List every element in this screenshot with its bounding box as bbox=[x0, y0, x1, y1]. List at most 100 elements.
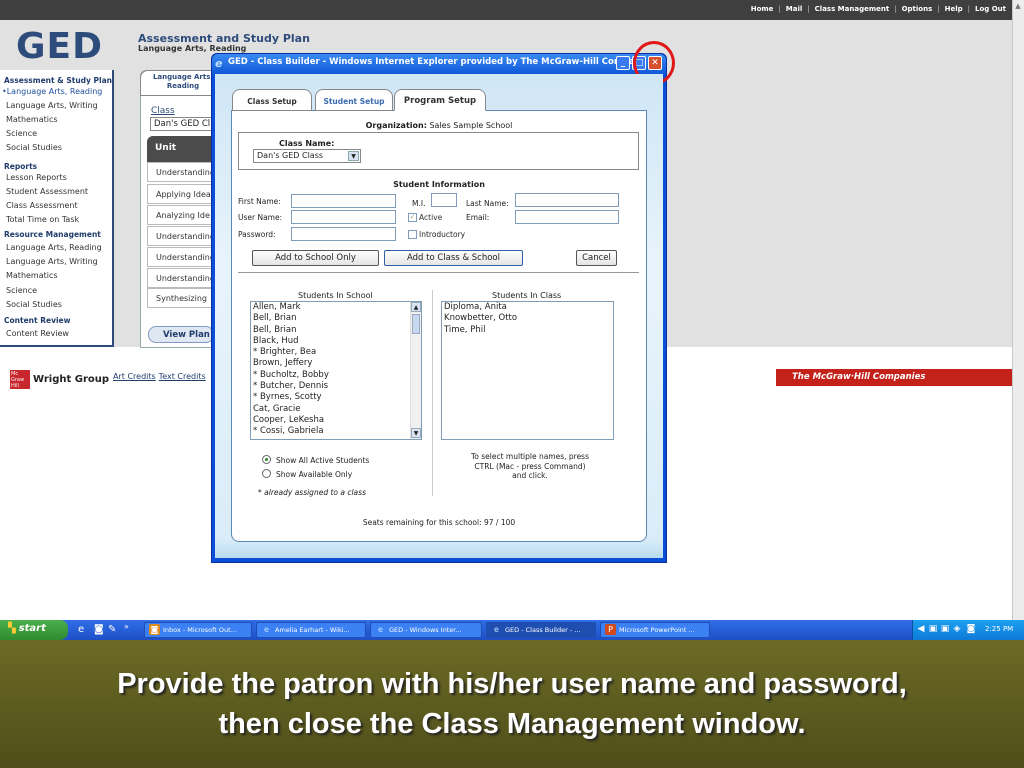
clock: 2:25 PM bbox=[985, 625, 1014, 633]
introductory-checkbox[interactable] bbox=[408, 230, 417, 239]
ie-quicklaunch-icon[interactable]: e bbox=[78, 624, 84, 635]
password-field[interactable] bbox=[291, 227, 396, 241]
unit-row[interactable]: Understanding bbox=[147, 268, 217, 288]
task-class-builder[interactable]: e GED - Class Builder - ... bbox=[486, 622, 596, 638]
chevron-down-icon[interactable]: ▼ bbox=[348, 151, 359, 161]
nav-link-home[interactable]: Home bbox=[751, 5, 774, 13]
separator: | bbox=[894, 5, 897, 13]
list-item[interactable]: Bell, Brian bbox=[251, 313, 421, 324]
unit-row[interactable]: Analyzing Ide bbox=[147, 205, 217, 225]
students-in-school-list[interactable]: Allen, Mark Bell, Brian Bell, Brian Blac… bbox=[250, 301, 422, 440]
nav-link-mail[interactable]: Mail bbox=[786, 5, 803, 13]
separator: | bbox=[937, 5, 940, 13]
class-name-select[interactable]: Dan's GED Class ▼ bbox=[253, 149, 361, 163]
introductory-label: Introductory bbox=[419, 230, 466, 239]
sidebar-item-content-review[interactable]: Content Review bbox=[6, 329, 69, 338]
list-item[interactable]: Brown, Jeffery bbox=[251, 358, 421, 369]
task-inbox[interactable]: ◙ Inbox - Microsoft Out... bbox=[144, 622, 252, 638]
minimize-button[interactable]: _ bbox=[616, 56, 630, 70]
task-powerpoint[interactable]: P Microsoft PowerPoint ... bbox=[600, 622, 710, 638]
nav-link-help[interactable]: Help bbox=[945, 5, 963, 13]
sidebar-item-res-social-studies[interactable]: Social Studies bbox=[6, 300, 62, 309]
class-select[interactable]: Dan's GED Cl bbox=[150, 117, 220, 131]
wright-group-logo: Wright Group bbox=[33, 374, 110, 385]
list-item[interactable]: * Byrnes, Scotty bbox=[251, 392, 421, 403]
sidebar-item-la-writing[interactable]: Language Arts, Writing bbox=[6, 101, 98, 110]
nav-link-log-out[interactable]: Log Out bbox=[975, 5, 1006, 13]
art-credits-link[interactable]: Art Credits bbox=[113, 372, 156, 381]
sidebar-item-res-la-writing[interactable]: Language Arts, Writing bbox=[6, 257, 98, 266]
mi-field[interactable] bbox=[431, 193, 457, 207]
network-icon[interactable]: ▣ bbox=[940, 624, 950, 634]
students-in-class-list[interactable]: Diploma, Anita Knowbetter, Otto Time, Ph… bbox=[441, 301, 614, 440]
task-amelia[interactable]: e Amelia Earhart - Wiki... bbox=[256, 622, 366, 638]
outlook-tray-icon[interactable]: ◙ bbox=[966, 624, 976, 634]
list-item[interactable]: * Cossi, Gabriela bbox=[251, 426, 421, 437]
unit-row[interactable]: Understanding bbox=[147, 247, 217, 267]
unit-column-header: Unit bbox=[147, 136, 217, 162]
add-to-class-school-button[interactable]: Add to Class & School bbox=[384, 250, 523, 266]
network-icon[interactable]: ▣ bbox=[928, 624, 938, 634]
sidebar-item-class-assessment[interactable]: Class Assessment bbox=[6, 201, 78, 210]
arrow-icon[interactable]: ◀ bbox=[916, 624, 926, 634]
sidebar-item-total-time[interactable]: Total Time on Task bbox=[6, 215, 79, 224]
nav-link-class-management[interactable]: Class Management bbox=[815, 5, 890, 13]
scroll-down-icon[interactable]: ▼ bbox=[411, 428, 421, 438]
sidebar-item-science[interactable]: Science bbox=[6, 129, 37, 138]
email-field[interactable] bbox=[515, 210, 619, 224]
nav-section-content-review: Content Review bbox=[4, 316, 71, 325]
assigned-note: * already assigned to a class bbox=[258, 488, 366, 497]
nav-link-options[interactable]: Options bbox=[902, 5, 933, 13]
list-item[interactable]: Cat, Gracie bbox=[251, 404, 421, 415]
text-credits-link[interactable]: Text Credits bbox=[159, 372, 206, 381]
unit-row[interactable]: Synthesizing bbox=[147, 288, 217, 308]
scroll-up-icon[interactable]: ▲ bbox=[1013, 1, 1023, 11]
desktop-quicklaunch-icon[interactable]: ✎ bbox=[108, 624, 116, 635]
window-title[interactable]: GED - Class Builder - Windows Internet E… bbox=[212, 54, 666, 74]
list-item[interactable]: * Butcher, Dennis bbox=[251, 381, 421, 392]
sidebar-item-res-la-reading[interactable]: Language Arts, Reading bbox=[6, 243, 102, 252]
sidebar-item-la-reading[interactable]: •Language Arts, Reading bbox=[2, 87, 102, 96]
list-item[interactable]: Black, Hud bbox=[251, 336, 421, 347]
student-information-heading: Student Information bbox=[393, 180, 485, 189]
show-all-radio[interactable] bbox=[262, 455, 271, 464]
view-plan-button[interactable]: View Plan bbox=[148, 326, 214, 343]
unit-row[interactable]: Understanding bbox=[147, 226, 217, 246]
sidebar-item-mathematics[interactable]: Mathematics bbox=[6, 115, 58, 124]
sidebar-item-res-mathematics[interactable]: Mathematics bbox=[6, 271, 58, 280]
user-name-field[interactable] bbox=[291, 210, 396, 224]
tab-class-setup[interactable]: Class Setup bbox=[232, 89, 312, 111]
list-item[interactable]: * Bucholtz, Bobby bbox=[251, 370, 421, 381]
unit-row[interactable]: Understanding bbox=[147, 162, 217, 182]
add-to-school-button[interactable]: Add to School Only bbox=[252, 250, 379, 266]
list-item[interactable]: Cooper, LeKesha bbox=[251, 415, 421, 426]
page-scrollbar[interactable] bbox=[1012, 0, 1024, 620]
scroll-thumb[interactable] bbox=[412, 314, 420, 334]
tab-program-setup[interactable]: Program Setup bbox=[394, 89, 486, 111]
list-item[interactable]: Allen, Mark bbox=[251, 302, 421, 313]
first-name-field[interactable] bbox=[291, 194, 396, 208]
sidebar-item-social-studies[interactable]: Social Studies bbox=[6, 143, 62, 152]
chevron-right-icon[interactable]: » bbox=[124, 622, 129, 631]
outlook-quicklaunch-icon[interactable]: ◙ bbox=[94, 624, 104, 635]
tab-student-setup[interactable]: Student Setup bbox=[315, 89, 393, 111]
scroll-up-icon[interactable]: ▲ bbox=[411, 302, 421, 312]
sidebar-item-res-science[interactable]: Science bbox=[6, 286, 37, 295]
unit-row[interactable]: Applying Idea bbox=[147, 184, 217, 204]
task-ged-windows[interactable]: e GED - Windows Inter... bbox=[370, 622, 482, 638]
sidebar-item-student-assessment[interactable]: Student Assessment bbox=[6, 187, 88, 196]
volume-icon[interactable]: ◈ bbox=[952, 624, 962, 634]
list-item[interactable]: Knowbetter, Otto bbox=[442, 313, 613, 324]
active-checkbox[interactable]: ✓ bbox=[408, 213, 417, 222]
list-scrollbar[interactable]: ▲ ▼ bbox=[410, 302, 421, 439]
list-item[interactable]: Diploma, Anita bbox=[442, 302, 613, 313]
outlook-icon: ◙ bbox=[149, 624, 160, 635]
sidebar-item-lesson-reports[interactable]: Lesson Reports bbox=[6, 173, 67, 182]
list-item[interactable]: Time, Phil bbox=[442, 325, 613, 336]
cancel-button[interactable]: Cancel bbox=[576, 250, 617, 266]
list-item[interactable]: Bell, Brian bbox=[251, 325, 421, 336]
show-available-radio[interactable] bbox=[262, 469, 271, 478]
start-button[interactable]: ▚ start bbox=[0, 620, 68, 640]
list-item[interactable]: * Brighter, Bea bbox=[251, 347, 421, 358]
last-name-field[interactable] bbox=[515, 193, 619, 207]
